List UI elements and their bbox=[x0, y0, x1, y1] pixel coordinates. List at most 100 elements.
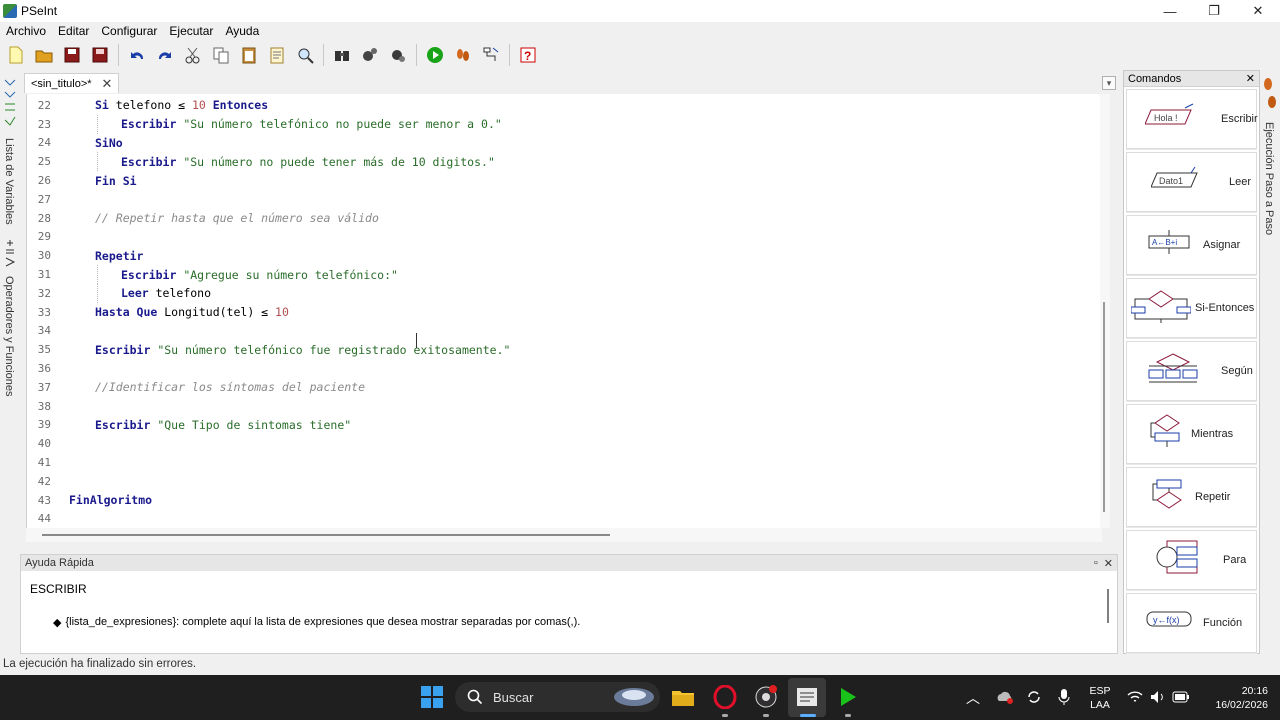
keyboard-layout: LAA bbox=[1090, 699, 1110, 711]
copy-button[interactable] bbox=[207, 41, 235, 69]
help-scrollbar-thumb[interactable] bbox=[1107, 589, 1109, 623]
windows-start-icon[interactable] bbox=[420, 685, 444, 709]
new-file-button[interactable] bbox=[2, 41, 30, 69]
code-line[interactable]: 43 FinAlgoritmo bbox=[27, 491, 1102, 510]
pseint-taskbar-icon[interactable] bbox=[795, 685, 819, 709]
code-line[interactable]: 29 bbox=[27, 228, 1102, 247]
scrollbar-thumb[interactable] bbox=[1103, 302, 1105, 512]
code-line[interactable]: 28 // Repetir hasta que el número sea vál… bbox=[27, 209, 1102, 228]
code-line[interactable]: 36 bbox=[27, 359, 1102, 378]
microphone-icon[interactable] bbox=[1058, 688, 1070, 706]
file-explorer-icon[interactable] bbox=[671, 685, 695, 709]
footsteps-icon bbox=[1264, 78, 1276, 108]
editor-vertical-scrollbar[interactable] bbox=[1100, 94, 1110, 528]
paste-button[interactable] bbox=[235, 41, 263, 69]
left-sidebar: Lista de Variables Operadores y Funcione… bbox=[0, 72, 20, 552]
command-si-entonces[interactable]: Si-Entonces bbox=[1126, 278, 1257, 338]
code-line[interactable]: 39 Escribir "Que Tipo de sintomas tiene" bbox=[27, 416, 1102, 435]
help-heading: ESCRIBIR bbox=[30, 582, 87, 596]
code-line[interactable]: 25 Escribir "Su número no puede tener más… bbox=[27, 152, 1102, 171]
tab-dropdown-icon[interactable]: ▾ bbox=[1102, 76, 1116, 90]
gears-alt-icon bbox=[392, 50, 405, 62]
opera-browser-icon[interactable] bbox=[713, 685, 737, 709]
code-line[interactable]: 32 Leer telefono bbox=[27, 284, 1102, 303]
scrollbar-thumb[interactable] bbox=[42, 534, 610, 536]
code-line[interactable]: 34 bbox=[27, 322, 1102, 341]
menu-editar[interactable]: Editar bbox=[52, 24, 95, 38]
code-line[interactable]: 37 //Identificar los síntomas del pacient… bbox=[27, 378, 1102, 397]
operators-functions-tab[interactable]: Operadores y Funciones bbox=[3, 276, 15, 396]
variables-list-tab[interactable]: Lista de Variables bbox=[3, 138, 15, 225]
onedrive-icon[interactable] bbox=[996, 689, 1014, 705]
toolbar-separator bbox=[416, 44, 417, 66]
step-button[interactable] bbox=[356, 41, 384, 69]
minimize-button[interactable]: — bbox=[1148, 0, 1192, 22]
open-file-button[interactable] bbox=[30, 41, 58, 69]
menu-ayuda[interactable]: Ayuda bbox=[219, 24, 265, 38]
help-button[interactable]: ? bbox=[514, 41, 542, 69]
line-number: 31 bbox=[37, 268, 51, 282]
code-editor[interactable]: 22 Si telefono ≤ 10 Entonces 23 Escribir "S… bbox=[26, 94, 1102, 528]
code-line[interactable]: 44 bbox=[27, 510, 1102, 528]
cut-button[interactable] bbox=[179, 41, 207, 69]
editor-horizontal-scrollbar[interactable] bbox=[26, 528, 1102, 542]
tab-close-icon[interactable]: ✕ bbox=[102, 76, 113, 92]
code-line[interactable]: 22 Si telefono ≤ 10 Entonces bbox=[27, 96, 1102, 115]
assign-flow-icon: A←B+i bbox=[1148, 230, 1190, 254]
indent-button[interactable] bbox=[263, 41, 291, 69]
run-test-button[interactable] bbox=[384, 41, 412, 69]
code-line[interactable]: 41 bbox=[27, 453, 1102, 472]
line-number: 42 bbox=[37, 474, 51, 488]
command-segun[interactable]: Según bbox=[1126, 341, 1257, 401]
clock[interactable]: 20:16 16/02/2026 bbox=[1196, 684, 1276, 712]
code-line[interactable]: 27 bbox=[27, 190, 1102, 209]
code-line[interactable]: 26 Fin Si bbox=[27, 171, 1102, 190]
taskbar-search-box[interactable]: Buscar bbox=[455, 682, 660, 712]
flowchart-button[interactable] bbox=[477, 41, 505, 69]
command-escribir[interactable]: Hola ! Escribir bbox=[1126, 89, 1258, 149]
undo-button[interactable] bbox=[123, 41, 151, 69]
sync-icon[interactable] bbox=[1026, 689, 1042, 705]
menu-archivo[interactable]: Archivo bbox=[0, 24, 52, 38]
close-panel-icon[interactable]: ✕ bbox=[1104, 557, 1113, 570]
volume-icon[interactable] bbox=[1150, 690, 1166, 704]
run-app-icon[interactable] bbox=[836, 685, 860, 709]
code-line[interactable]: 38 bbox=[27, 397, 1102, 416]
command-asignar[interactable]: A←B+i Asignar bbox=[1126, 215, 1257, 275]
code-line[interactable]: 24 SiNo bbox=[27, 134, 1102, 153]
new-file-icon bbox=[9, 46, 23, 64]
menu-configurar[interactable]: Configurar bbox=[95, 24, 163, 38]
code-line[interactable]: 31 Escribir "Agregue su número telefónico… bbox=[27, 265, 1102, 284]
code-line[interactable]: 35 Escribir "Su número telefónico fue reg… bbox=[27, 340, 1102, 359]
step-by-step-tab[interactable]: Ejecución Paso a Paso bbox=[1263, 122, 1275, 235]
command-para[interactable]: Para bbox=[1126, 530, 1257, 590]
code-line[interactable]: 30 Repetir bbox=[27, 246, 1102, 265]
line-number: 25 bbox=[37, 155, 51, 169]
command-mientras[interactable]: Mientras bbox=[1126, 404, 1257, 464]
obs-studio-icon[interactable] bbox=[754, 685, 778, 709]
tab-sin-titulo[interactable]: <sin_titulo>* ✕ bbox=[24, 73, 120, 93]
command-repetir[interactable]: Repetir bbox=[1126, 467, 1257, 527]
menu-ejecutar[interactable]: Ejecutar bbox=[163, 24, 219, 38]
battery-icon[interactable] bbox=[1172, 691, 1190, 703]
language-indicator[interactable]: ESP LAA bbox=[1088, 684, 1112, 712]
commands-panel-close-icon[interactable]: ✕ bbox=[1246, 72, 1255, 85]
close-button[interactable]: ✕ bbox=[1236, 0, 1280, 22]
run-button[interactable] bbox=[421, 41, 449, 69]
code-line[interactable]: 40 bbox=[27, 434, 1102, 453]
find-button[interactable] bbox=[291, 41, 319, 69]
diagram-button[interactable] bbox=[328, 41, 356, 69]
restore-button[interactable]: ❐ bbox=[1192, 0, 1236, 22]
redo-button[interactable] bbox=[151, 41, 179, 69]
wifi-icon[interactable] bbox=[1127, 690, 1143, 704]
code-line[interactable]: 33 Hasta Que Longitud(tel) ≤ 10 bbox=[27, 303, 1102, 322]
code-line[interactable]: 23 Escribir "Su número telefónico no pued… bbox=[27, 115, 1102, 134]
save-button[interactable] bbox=[58, 41, 86, 69]
save-as-button[interactable] bbox=[86, 41, 114, 69]
maximize-panel-icon[interactable]: ▫ bbox=[1094, 557, 1098, 570]
step-by-step-button[interactable] bbox=[449, 41, 477, 69]
command-leer[interactable]: Dato1 Leer bbox=[1126, 152, 1257, 212]
command-funcion[interactable]: y←f(x) Función bbox=[1126, 593, 1257, 653]
tray-chevron-up-icon[interactable]: ︿ bbox=[966, 688, 980, 708]
code-line[interactable]: 42 bbox=[27, 472, 1102, 491]
